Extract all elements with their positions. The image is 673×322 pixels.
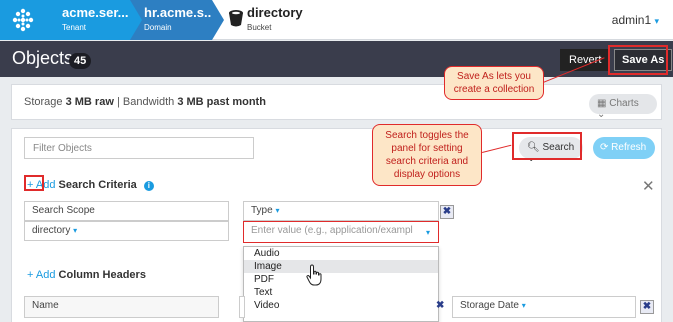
chevron-down-icon: ▾: [521, 301, 526, 310]
column-headers-row: + Add Column Headers: [27, 269, 146, 281]
info-icon[interactable]: i: [143, 181, 154, 191]
top-bar: acme.ser... Tenant hr.acme.s.. Domain di…: [0, 0, 673, 40]
storage-date-select[interactable]: Storage Date ▾: [452, 296, 636, 318]
storage-date-label: Storage Date: [460, 300, 519, 311]
chevron-down-icon: ▾: [654, 16, 659, 26]
value-input[interactable]: Enter value (e.g., application/exampl: [243, 221, 439, 243]
logo[interactable]: [0, 0, 46, 40]
breadcrumb-tenant[interactable]: acme.ser... Tenant: [46, 0, 130, 40]
bucket-icon: [229, 10, 243, 27]
remove-criteria-button[interactable]: ✖: [440, 205, 454, 219]
domain-label: Domain: [144, 23, 172, 32]
type-label: Type: [251, 205, 273, 216]
remove-column-button[interactable]: ✖: [640, 300, 654, 314]
search-callout: Search toggles the panel for setting sea…: [372, 124, 482, 186]
bucket-label: Bucket: [247, 23, 272, 32]
refresh-icon: ⟳: [600, 142, 609, 153]
chevron-down-icon: ▾: [73, 226, 78, 235]
search-scope-label: Search Scope: [24, 201, 229, 221]
revert-button[interactable]: Revert: [560, 49, 611, 71]
column-name-cell[interactable]: Name: [24, 296, 219, 318]
breadcrumb-separator: [130, 0, 142, 40]
hand-cursor-icon: [306, 264, 322, 286]
column-headers-heading: Column Headers: [58, 269, 146, 281]
option-pdf[interactable]: PDF: [244, 273, 438, 286]
search-scope-select[interactable]: directory ▾: [24, 221, 229, 241]
domain-name: hr.acme.s..: [144, 5, 212, 20]
page-title: Objects: [12, 48, 74, 68]
bandwidth-label: Bandwidth: [122, 96, 175, 108]
charts-button[interactable]: ▦ Charts ⌄: [589, 94, 657, 120]
hex-logo-icon: [12, 8, 34, 32]
object-count-badge: 45: [69, 53, 92, 69]
refresh-button[interactable]: ⟳ Refresh: [593, 137, 655, 159]
annotation-highlight: [512, 132, 582, 160]
tenant-name: acme.ser...: [62, 5, 129, 20]
option-audio[interactable]: Audio: [244, 247, 438, 260]
chevron-down-icon: ⌄: [597, 109, 606, 120]
value-placeholder: Enter value (e.g., application/exampl: [251, 225, 413, 236]
annotation-highlight: [608, 45, 668, 75]
user-menu[interactable]: admin1 ▾: [612, 13, 659, 27]
type-options-dropdown: Audio Image PDF Text Video: [243, 246, 439, 322]
storage-summary: Storage 3 MB raw | Bandwidth 3 MB past m…: [24, 96, 266, 108]
plus-icon: +: [27, 269, 34, 281]
add-label: Add: [35, 269, 56, 281]
option-image[interactable]: Image: [244, 260, 438, 273]
bucket-name: directory: [247, 5, 303, 20]
refresh-label: Refresh: [611, 142, 647, 153]
chevron-down-icon: ▾: [275, 206, 280, 215]
breadcrumb-separator: [212, 0, 224, 40]
option-text[interactable]: Text: [244, 286, 438, 299]
storage-value: 3 MB raw: [65, 96, 114, 108]
bandwidth-value: 3 MB past month: [177, 96, 266, 108]
page-header: Objects 45 Revert Save As: [0, 41, 673, 77]
save-as-callout: Save As lets you create a collection: [444, 66, 544, 100]
breadcrumb-domain[interactable]: hr.acme.s.. Domain: [130, 0, 212, 40]
type-field-select[interactable]: Type ▾: [243, 201, 439, 221]
filter-objects-input[interactable]: Filter Objects: [24, 137, 254, 159]
remove-column-icon[interactable]: ✖: [436, 300, 444, 311]
scope-value: directory: [32, 225, 71, 236]
username: admin1: [611, 13, 652, 27]
storage-label: Storage: [24, 96, 63, 108]
charts-label: Charts: [609, 98, 639, 109]
search-criteria-heading: Search Criteria: [58, 179, 137, 191]
divider: |: [116, 96, 120, 108]
tenant-label: Tenant: [62, 23, 87, 32]
storage-panel: Storage 3 MB raw | Bandwidth 3 MB past m…: [11, 84, 662, 120]
chart-icon: ▦: [597, 98, 607, 109]
close-icon[interactable]: ✕: [642, 177, 655, 195]
annotation-highlight: [24, 175, 44, 191]
add-column-link[interactable]: + Add: [27, 269, 59, 281]
search-criteria-row: + Add Search Criteria i: [27, 179, 154, 191]
chevron-down-icon: ▾: [426, 228, 431, 237]
option-video[interactable]: Video: [244, 299, 438, 312]
column-cell-partial[interactable]: [239, 296, 245, 318]
